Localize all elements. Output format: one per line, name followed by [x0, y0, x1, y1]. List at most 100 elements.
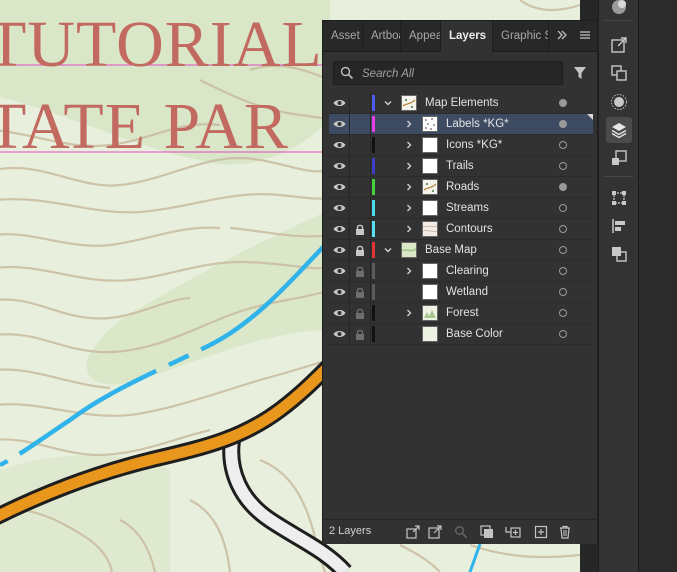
map-title-line-1[interactable]: TUTORIAL: [0, 12, 323, 78]
layer-name[interactable]: Streams: [446, 198, 489, 218]
layer-row-roads[interactable]: Roads: [329, 177, 593, 198]
double-chevron-right-icon[interactable]: [556, 29, 568, 44]
chevron-right-icon[interactable]: [403, 264, 415, 278]
layer-row-contours[interactable]: Contours: [329, 219, 593, 240]
chevron-right-icon[interactable]: [403, 222, 415, 236]
lock-icon[interactable]: [350, 324, 370, 344]
target-circle-icon[interactable]: [559, 309, 567, 317]
asset-export-icon[interactable]: [606, 145, 632, 171]
layer-name[interactable]: Clearing: [446, 261, 489, 281]
lock-icon[interactable]: [350, 282, 370, 302]
tab-asset[interactable]: Asset: [323, 21, 363, 51]
visibility-eye-icon[interactable]: [329, 282, 349, 302]
layer-name[interactable]: Icons *KG*: [446, 135, 502, 155]
target-circle-icon[interactable]: [559, 141, 567, 149]
chevron-right-icon[interactable]: [403, 201, 415, 215]
layer-name[interactable]: Contours: [446, 219, 493, 239]
layer-name[interactable]: Base Color: [446, 324, 503, 344]
layer-row-wetland[interactable]: Wetland: [329, 282, 593, 303]
lock-icon[interactable]: [350, 261, 370, 281]
target-circle-icon[interactable]: [559, 330, 567, 338]
pathfinder-icon[interactable]: [606, 241, 632, 267]
appearance-sun-icon[interactable]: [606, 89, 632, 115]
lock-toggle-empty[interactable]: [350, 198, 370, 218]
hamburger-menu-icon[interactable]: [579, 29, 591, 44]
target-circle-icon[interactable]: [559, 267, 567, 275]
tab-layers[interactable]: Layers: [441, 21, 493, 52]
target-circle-icon[interactable]: [559, 162, 567, 170]
lock-toggle-empty[interactable]: [350, 177, 370, 197]
lock-icon[interactable]: [350, 219, 370, 239]
make-clipping-mask-icon[interactable]: [479, 524, 495, 540]
layer-name[interactable]: Labels *KG*: [446, 114, 509, 134]
locate-object-icon[interactable]: [427, 524, 443, 540]
align-icon[interactable]: [606, 213, 632, 239]
target-circle-icon[interactable]: [559, 288, 567, 296]
visibility-eye-icon[interactable]: [329, 135, 349, 155]
layer-name[interactable]: Forest: [446, 303, 479, 323]
chevron-down-icon[interactable]: [382, 96, 394, 110]
layer-name[interactable]: Trails: [446, 156, 474, 176]
visibility-eye-icon[interactable]: [329, 261, 349, 281]
layer-name[interactable]: Wetland: [446, 282, 488, 302]
layer-name[interactable]: Base Map: [425, 240, 477, 260]
chevron-right-icon[interactable]: [403, 138, 415, 152]
chevron-right-icon[interactable]: [403, 117, 415, 131]
lock-icon[interactable]: [350, 240, 370, 260]
collect-for-export-icon[interactable]: [405, 524, 421, 540]
visibility-eye-icon[interactable]: [329, 303, 349, 323]
visibility-eye-icon[interactable]: [329, 114, 349, 134]
tab-graphic-styles[interactable]: Graphic Styles: [493, 21, 549, 51]
search-icon[interactable]: [453, 524, 469, 540]
target-circle-icon[interactable]: [559, 99, 567, 107]
lock-toggle-empty[interactable]: [350, 156, 370, 176]
arrange-icon[interactable]: [606, 60, 632, 86]
layer-row-labels-kg[interactable]: Labels *KG*: [329, 114, 593, 135]
tab-appearance[interactable]: Appearance: [401, 21, 441, 51]
filter-funnel-icon[interactable]: [571, 64, 589, 82]
trash-icon[interactable]: [557, 524, 573, 540]
visibility-eye-icon[interactable]: [329, 177, 349, 197]
visibility-eye-icon[interactable]: [329, 240, 349, 260]
layer-row-base-color[interactable]: Base Color: [329, 324, 593, 345]
layer-row-icons-kg[interactable]: Icons *KG*: [329, 135, 593, 156]
chevron-right-icon[interactable]: [403, 180, 415, 194]
layer-name[interactable]: Roads: [446, 177, 479, 197]
layer-row-trails[interactable]: Trails: [329, 156, 593, 177]
column-divider: [370, 324, 371, 344]
visibility-eye-icon[interactable]: [329, 219, 349, 239]
chevron-right-icon[interactable]: [403, 306, 415, 320]
visibility-eye-icon[interactable]: [329, 324, 349, 344]
target-circle-icon[interactable]: [559, 246, 567, 254]
tab-artboards[interactable]: Artboards: [363, 21, 401, 51]
lock-icon[interactable]: [350, 303, 370, 323]
search-input[interactable]: [360, 64, 554, 84]
lock-toggle-empty[interactable]: [350, 93, 370, 113]
layer-row-streams[interactable]: Streams: [329, 198, 593, 219]
chevron-down-icon[interactable]: [382, 243, 394, 257]
target-circle-icon[interactable]: [559, 225, 567, 233]
layer-row-forest[interactable]: Forest: [329, 303, 593, 324]
chevron-right-icon[interactable]: [403, 159, 415, 173]
visibility-eye-icon[interactable]: [329, 198, 349, 218]
layer-row-clearing[interactable]: Clearing: [329, 261, 593, 282]
column-divider: [370, 219, 371, 239]
create-new-layer-icon[interactable]: [533, 524, 549, 540]
layer-row-base-map[interactable]: Base Map: [329, 240, 593, 261]
transform-icon[interactable]: [606, 185, 632, 211]
layer-name[interactable]: Map Elements: [425, 93, 499, 113]
lock-toggle-empty[interactable]: [350, 135, 370, 155]
search-box[interactable]: [333, 61, 563, 85]
visibility-eye-icon[interactable]: [329, 93, 349, 113]
layer-row-map-elements[interactable]: Map Elements: [329, 93, 593, 114]
export-icon[interactable]: [606, 32, 632, 58]
target-circle-icon[interactable]: [559, 120, 567, 128]
layers-icon[interactable]: [606, 117, 632, 143]
visibility-eye-icon[interactable]: [329, 156, 349, 176]
map-title-line-2[interactable]: TATE PAR: [0, 94, 289, 160]
target-circle-icon[interactable]: [559, 204, 567, 212]
lock-toggle-empty[interactable]: [350, 114, 370, 134]
target-circle-icon[interactable]: [559, 183, 567, 191]
color-guide-icon[interactable]: [606, 0, 632, 20]
create-sublayer-icon[interactable]: [505, 524, 521, 540]
